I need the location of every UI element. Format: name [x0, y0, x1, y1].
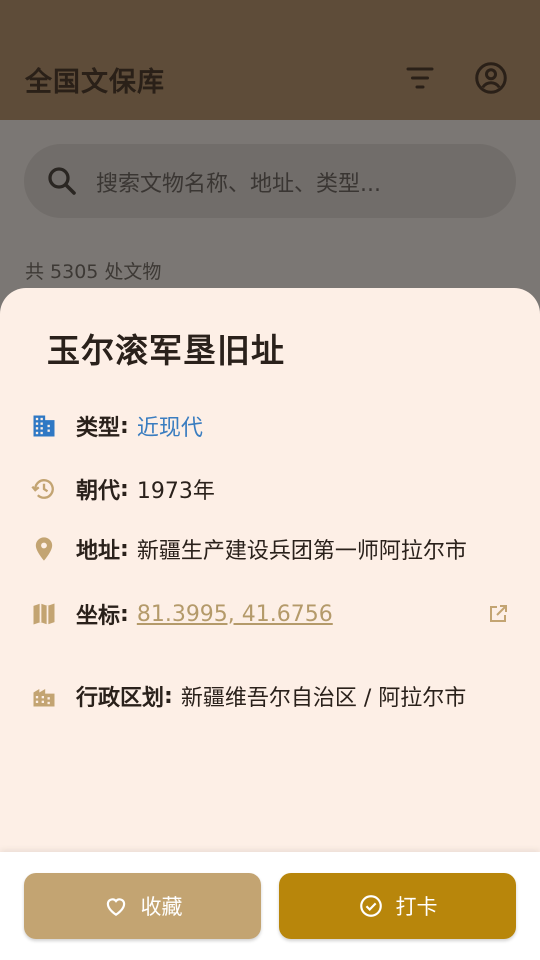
- dynasty-value: 1973年: [136, 479, 215, 504]
- type-label: 类型: [76, 416, 121, 441]
- favorite-label: 收藏: [140, 895, 183, 919]
- search-icon: [44, 163, 80, 199]
- checkin-label: 打卡: [395, 895, 438, 919]
- account-circle-icon[interactable]: [473, 60, 509, 96]
- check-circle-icon: [358, 893, 384, 919]
- type-value[interactable]: 近现代: [137, 410, 203, 442]
- search-bar[interactable]: 搜索文物名称、地址、类型...: [24, 144, 516, 218]
- type-colon: :: [120, 413, 129, 439]
- type-row: 类型 : 近现代: [30, 408, 510, 444]
- map-icon: [30, 600, 58, 628]
- coordinates-label: 坐标: [76, 604, 121, 629]
- building-icon: [30, 412, 58, 440]
- filter-icon[interactable]: [402, 60, 438, 96]
- city-icon: [30, 682, 58, 710]
- coordinates-link[interactable]: 81.3995, 41.6756: [137, 602, 333, 627]
- checkin-button[interactable]: 打卡: [279, 873, 516, 939]
- open-external-icon[interactable]: [486, 602, 510, 626]
- favorite-button[interactable]: 收藏: [24, 873, 261, 939]
- coordinates-colon: :: [120, 601, 129, 627]
- admin-region-label: 行政区划: [76, 686, 165, 711]
- address-colon: :: [120, 536, 129, 562]
- site-title: 玉尔滚军垦旧址: [47, 331, 285, 370]
- dynasty-colon: :: [120, 476, 129, 502]
- heart-icon: [103, 893, 129, 919]
- admin-region-colon: :: [164, 683, 173, 709]
- search-input[interactable]: 搜索文物名称、地址、类型...: [96, 166, 381, 198]
- address-row: 地址 : 新疆生产建设兵团第一师阿拉尔市: [30, 531, 510, 567]
- app-bar: 全国文保库: [0, 0, 540, 120]
- admin-region-value: 新疆维吾尔自治区 / 阿拉尔市: [180, 686, 467, 711]
- address-value: 新疆生产建设兵团第一师阿拉尔市: [136, 539, 467, 564]
- dynasty-label: 朝代: [76, 479, 121, 504]
- app-title: 全国文保库: [25, 67, 165, 98]
- history-icon: [30, 475, 58, 503]
- location-pin-icon: [30, 535, 58, 563]
- action-bar: 收藏 打卡: [0, 852, 540, 960]
- result-count: 共 5305 处文物: [25, 261, 162, 283]
- coordinates-row: 坐标 : 81.3995, 41.6756: [30, 596, 510, 632]
- admin-region-row: 行政区划 : 新疆维吾尔自治区 / 阿拉尔市: [30, 678, 510, 714]
- address-label: 地址: [76, 539, 121, 564]
- dynasty-row: 朝代 : 1973年: [30, 471, 510, 507]
